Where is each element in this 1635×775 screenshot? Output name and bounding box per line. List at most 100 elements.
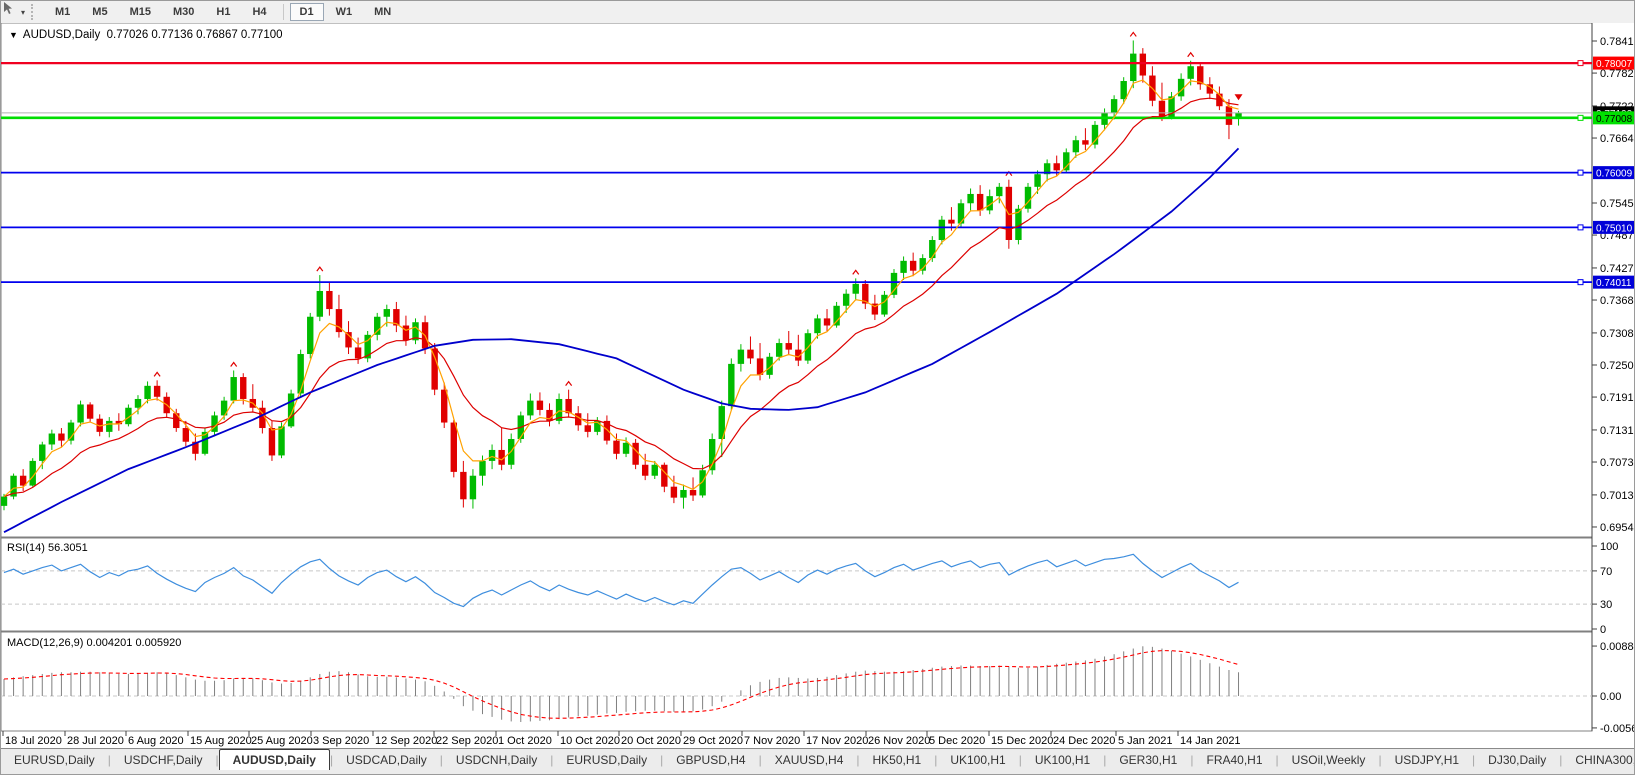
chart-tab-gbpusd-h4[interactable]: GBPUSD,H4	[663, 749, 758, 770]
level-handle[interactable]	[1578, 225, 1583, 230]
candle	[747, 350, 753, 359]
level-handle[interactable]	[1578, 280, 1583, 285]
date-label[interactable]: 29 Oct 2020	[683, 735, 743, 747]
cursor-tool-dropdown-icon[interactable]: ▾	[21, 8, 25, 17]
level-handle[interactable]	[1578, 170, 1583, 175]
chart-tab-uk100-h1[interactable]: UK100,H1	[1022, 749, 1103, 770]
toolbar-grip[interactable]	[31, 4, 38, 20]
candle	[317, 291, 323, 317]
candle	[1187, 66, 1193, 79]
date-label[interactable]: 5 Jan 2021	[1118, 735, 1172, 747]
candle	[144, 386, 150, 399]
level-handle[interactable]	[1578, 115, 1583, 120]
candle	[680, 490, 686, 498]
timeframe-button-w1[interactable]: W1	[326, 3, 363, 21]
date-label[interactable]: 15 Aug 2020	[190, 735, 252, 747]
chart-tab-usoil-weekly[interactable]: USOil,Weekly	[1279, 749, 1379, 770]
price-tick-label: 0.78410	[1600, 36, 1635, 48]
date-label[interactable]: 18 Jul 2020	[5, 735, 62, 747]
chart-ohlc-values: 0.77026 0.77136 0.76867 0.77100	[107, 29, 283, 41]
timeframe-toolbar: ▾ M1M5M15M30H1H4 D1W1MN	[1, 1, 1635, 24]
chart-canvas[interactable]: 0.784100.778250.772250.766400.754550.748…	[1, 23, 1635, 775]
date-label[interactable]: 17 Nov 2020	[806, 735, 868, 747]
price-tick-label: 0.71315	[1600, 425, 1635, 437]
chart-tab-audusd-daily[interactable]: AUDUSD,Daily	[219, 749, 330, 770]
chart-tab-hk50-h1[interactable]: HK50,H1	[860, 749, 935, 770]
chart-tab-dj30-daily[interactable]: DJ30,Daily	[1475, 749, 1559, 770]
collapse-chart-icon[interactable]: ▼	[9, 30, 18, 40]
date-label[interactable]: 7 Nov 2020	[744, 735, 800, 747]
price-tick-label: 0.73685	[1600, 295, 1635, 307]
date-label[interactable]: 15 Dec 2020	[991, 735, 1053, 747]
timeframe-button-m1[interactable]: M1	[45, 3, 80, 21]
date-label[interactable]: 12 Sep 2020	[375, 735, 437, 747]
candle	[690, 490, 696, 495]
candle	[585, 425, 591, 432]
rsi-tick-label: 100	[1600, 541, 1618, 553]
rsi-indicator-label: RSI(14) 56.3051	[7, 542, 88, 554]
candle	[384, 309, 390, 317]
date-label[interactable]: 26 Nov 2020	[868, 735, 930, 747]
date-label[interactable]: 3 Sep 2020	[313, 735, 369, 747]
candle	[240, 377, 246, 399]
chart-tab-eurusd-daily[interactable]: EURUSD,Daily	[1, 749, 108, 770]
date-label[interactable]: 1 Oct 2020	[498, 735, 552, 747]
price-badge-label: 0.75010	[1596, 223, 1633, 234]
rsi-tick-label: 70	[1600, 566, 1612, 578]
candle	[1111, 99, 1117, 113]
candle	[939, 220, 945, 240]
chart-tab-ger30-h1[interactable]: GER30,H1	[1106, 749, 1190, 770]
date-label[interactable]: 20 Oct 2020	[621, 735, 681, 747]
candle	[652, 465, 658, 476]
cursor-tool-icon[interactable]	[1, 3, 21, 21]
chart-tab-eurusd-daily[interactable]: EURUSD,Daily	[553, 749, 660, 770]
level-handle[interactable]	[1578, 61, 1583, 66]
candle	[881, 295, 887, 315]
macd-tick-label: -0.00565	[1600, 723, 1635, 735]
candle	[106, 421, 112, 432]
chart-tab-uk100-h1[interactable]: UK100,H1	[937, 749, 1018, 770]
timeframe-button-h1[interactable]: H1	[206, 3, 240, 21]
price-tick-label: 0.72500	[1600, 360, 1635, 372]
price-tick-label: 0.70130	[1600, 490, 1635, 502]
candle	[958, 203, 964, 223]
candle	[326, 291, 332, 309]
macd-tick-label: 0.00884	[1600, 641, 1635, 653]
chart-tab-fra40-h1[interactable]: FRA40,H1	[1193, 749, 1275, 770]
chart-tab-usdjpy-h1[interactable]: USDJPY,H1	[1382, 749, 1472, 770]
candle	[1082, 140, 1088, 144]
timeframe-button-m5[interactable]: M5	[82, 3, 117, 21]
date-label[interactable]: 25 Aug 2020	[251, 735, 313, 747]
timeframe-button-h4[interactable]: H4	[242, 3, 276, 21]
candle	[278, 426, 284, 455]
chart-tab-usdcnh-daily[interactable]: USDCNH,Daily	[443, 749, 550, 770]
candle	[1025, 187, 1031, 209]
timeframe-button-m30[interactable]: M30	[163, 3, 204, 21]
timeframe-button-m15[interactable]: M15	[120, 3, 161, 21]
timeframe-button-mn[interactable]: MN	[364, 3, 401, 21]
chart-tab-china300-h1[interactable]: CHINA300,H1	[1562, 749, 1635, 770]
date-label[interactable]: 22 Sep 2020	[436, 735, 498, 747]
candle	[470, 476, 476, 500]
price-tick-label: 0.71915	[1600, 392, 1635, 404]
candle	[1226, 106, 1232, 125]
date-label[interactable]: 5 Dec 2020	[929, 735, 985, 747]
date-label[interactable]: 10 Oct 2020	[560, 735, 620, 747]
candle	[183, 428, 189, 442]
date-label[interactable]: 24 Dec 2020	[1053, 735, 1115, 747]
chart-tab-usdcad-daily[interactable]: USDCAD,Daily	[333, 749, 440, 770]
candle	[671, 487, 677, 498]
chart-tab-usdchf-daily[interactable]: USDCHF,Daily	[111, 749, 216, 770]
timeframe-button-d1[interactable]: D1	[290, 3, 324, 21]
price-tick-label: 0.76640	[1600, 133, 1635, 145]
price-tick-label: 0.69545	[1600, 522, 1635, 534]
mt4-window: ▾ M1M5M15M30H1H4 D1W1MN 0.784100.778250.7…	[0, 0, 1635, 775]
date-label[interactable]: 14 Jan 2021	[1180, 735, 1241, 747]
chart-tab-xauusd-h4[interactable]: XAUUSD,H4	[762, 749, 857, 770]
date-label[interactable]: 6 Aug 2020	[128, 735, 184, 747]
chart-symbol-label: AUDUSD,Daily	[23, 29, 100, 41]
date-label[interactable]: 28 Jul 2020	[67, 735, 124, 747]
candle	[479, 461, 485, 476]
macd-tick-label: 0.00	[1600, 691, 1621, 703]
candle	[87, 404, 93, 418]
